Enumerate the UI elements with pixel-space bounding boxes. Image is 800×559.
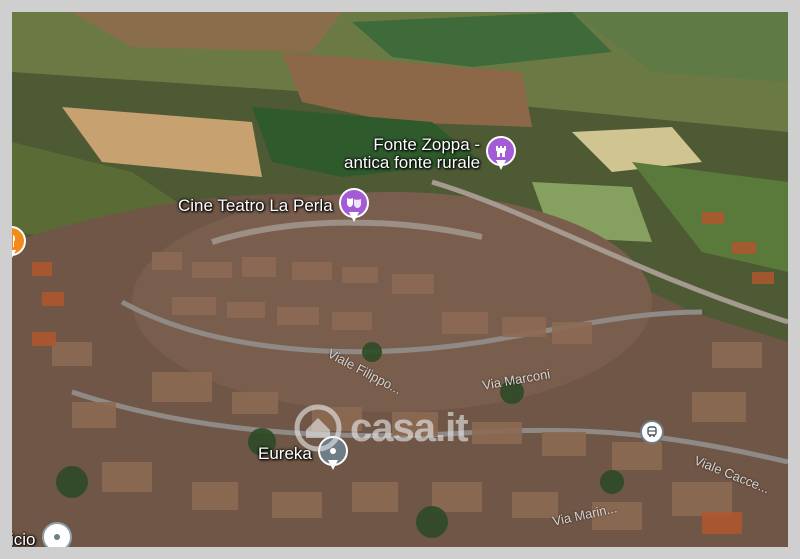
restaurant-pin[interactable] (12, 226, 26, 262)
poi-fonte-zoppa[interactable]: Fonte Zoppa - antica fonte rurale (344, 136, 517, 172)
watermark-text: casa.it (350, 405, 469, 450)
fonte-zoppa-pin[interactable] (486, 136, 517, 172)
bus-stop-marker[interactable] (640, 420, 664, 444)
poi-label-line1: Fonte Zoppa - (373, 135, 481, 154)
bus-icon (647, 426, 657, 437)
map-pin-icon (53, 534, 60, 540)
satellite-map-view[interactable]: Fonte Zoppa - antica fonte rurale Cine T… (12, 12, 788, 547)
house-logo-icon (294, 404, 342, 452)
castle-icon (496, 146, 507, 157)
partial-pin[interactable] (41, 522, 72, 547)
cine-teatro-pin[interactable] (338, 188, 369, 224)
poi-partial[interactable]: icio (12, 522, 72, 547)
poi-label-cine-teatro: Cine Teatro La Perla (178, 196, 333, 215)
poi-restaurant[interactable] (12, 226, 26, 262)
poi-label-line2: antica fonte rurale (344, 153, 481, 172)
poi-cine-teatro[interactable]: Cine Teatro La Perla (178, 188, 369, 224)
watermark: casa.it (294, 404, 469, 452)
poi-label-partial: icio (12, 530, 36, 548)
map-frame: Fonte Zoppa - antica fonte rurale Cine T… (0, 0, 800, 559)
theater-masks-icon (346, 198, 361, 208)
satellite-imagery (12, 12, 788, 547)
restaurant-icon (13, 235, 15, 247)
poi-label-fonte-zoppa: Fonte Zoppa - antica fonte rurale (344, 136, 480, 172)
